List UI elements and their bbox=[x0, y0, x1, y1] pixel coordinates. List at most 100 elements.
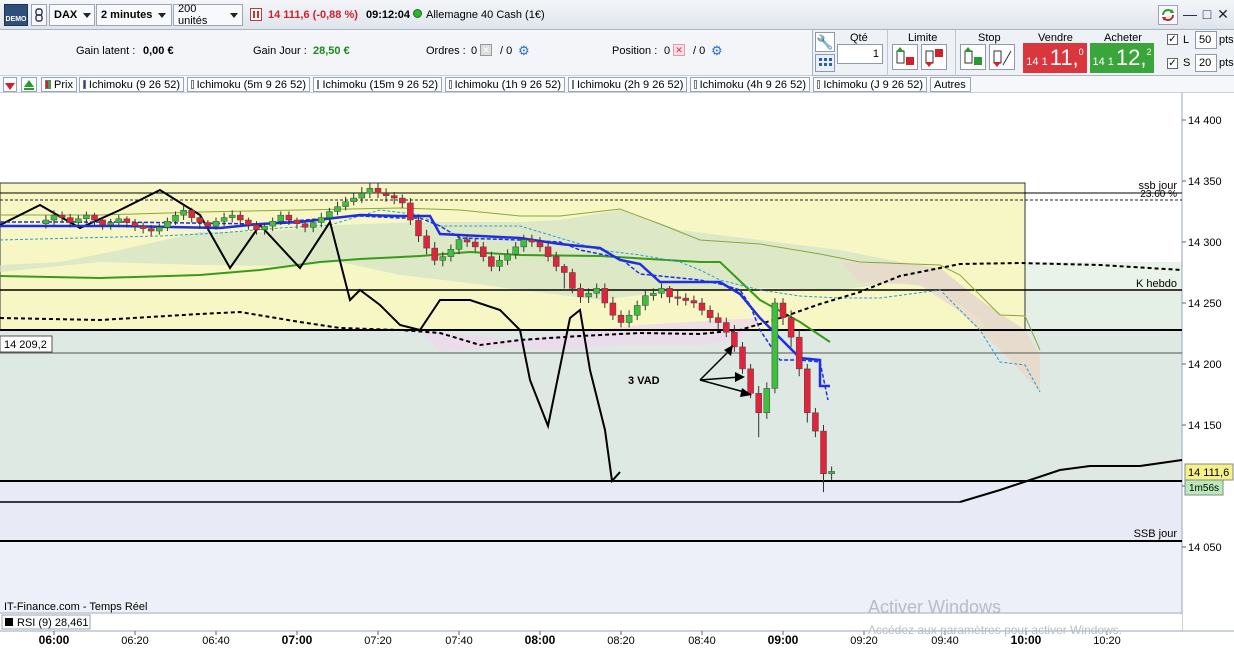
price-down-icon[interactable] bbox=[3, 77, 17, 92]
s-input[interactable]: 20 bbox=[1195, 54, 1217, 72]
legend-item-label: Ichimoku (2h 9 26 52) bbox=[577, 78, 684, 91]
units-select[interactable]: 200 unités bbox=[173, 3, 243, 27]
top-toolbar: DEMO DAX 2 minutes 200 unités 14 111,6 (… bbox=[0, 0, 1234, 30]
pause-icon[interactable] bbox=[250, 8, 262, 21]
chain-icon bbox=[35, 8, 43, 22]
limit-label: Limite bbox=[908, 32, 938, 44]
link-icon[interactable] bbox=[31, 4, 47, 26]
cancel-orders-icon[interactable]: ✕ bbox=[480, 44, 492, 56]
minimize-icon[interactable]: — bbox=[1182, 6, 1198, 22]
refresh-icon[interactable] bbox=[1158, 5, 1178, 25]
candle-up bbox=[172, 214, 179, 222]
x-tick-label: 08:40 bbox=[688, 635, 716, 647]
close-position-icon[interactable]: ✕ bbox=[673, 44, 685, 56]
y-tick-label: 14 350 bbox=[1188, 176, 1222, 188]
candle-up bbox=[512, 246, 519, 255]
candle-up bbox=[212, 221, 220, 227]
fib-label: 23.60 % bbox=[1140, 189, 1177, 200]
candle-down bbox=[674, 296, 681, 299]
candle-down bbox=[601, 288, 609, 304]
legend-autres[interactable]: Autres bbox=[930, 77, 971, 92]
legend-prix[interactable]: Prix bbox=[41, 77, 77, 92]
price-chart[interactable]: 14 400 14 350 14 300 14 250 14 200 14 150 14 1… bbox=[0, 93, 1234, 650]
sell-price-prefix: 14 1 bbox=[1026, 56, 1048, 68]
legend-ichimoku-j[interactable]: Ichimoku (J 9 26 52) bbox=[813, 77, 927, 92]
candle-up bbox=[228, 214, 236, 218]
candle-up bbox=[180, 210, 187, 216]
candle-up bbox=[261, 225, 268, 231]
candle-up bbox=[650, 292, 657, 296]
legend-item-label: Ichimoku (9 26 52) bbox=[88, 78, 180, 91]
candle-down bbox=[480, 246, 487, 257]
legend-ichimoku-2m[interactable]: Ichimoku (9 26 52) bbox=[79, 77, 184, 92]
legend-item-label: Ichimoku (15m 9 26 52) bbox=[322, 78, 438, 91]
y-tick-label: 14 250 bbox=[1188, 298, 1222, 310]
candle-down bbox=[415, 219, 422, 237]
buy-button[interactable]: 14 1 12, 2 bbox=[1090, 43, 1154, 73]
keypad-icon[interactable] bbox=[815, 54, 835, 72]
candle-up bbox=[658, 288, 665, 294]
candle-down bbox=[390, 195, 398, 199]
timeframe-select[interactable]: 2 minutes bbox=[96, 4, 172, 26]
limit-buy-button[interactable] bbox=[892, 44, 918, 70]
legend-item-label: Ichimoku (5m 9 26 52) bbox=[196, 78, 306, 91]
limit-checkbox[interactable]: ✓ bbox=[1167, 34, 1178, 45]
candle-down bbox=[204, 222, 212, 227]
indicator-legend: Prix Ichimoku (9 26 52) Ichimoku (5m 9 2… bbox=[0, 76, 1234, 93]
stop-buy-button[interactable] bbox=[960, 44, 986, 70]
autres-label: Autres bbox=[934, 78, 966, 91]
ichimoku-1h-swatch bbox=[449, 80, 452, 89]
instrument-select[interactable]: DAX bbox=[49, 4, 95, 26]
position-gear-icon[interactable]: ⚙ bbox=[711, 43, 723, 59]
x-tick-label: 09:00 bbox=[768, 633, 799, 647]
x-tick-label: 08:00 bbox=[525, 633, 556, 647]
candle-up bbox=[164, 221, 171, 228]
countdown-label: 1m56s bbox=[1189, 483, 1219, 494]
orders-gear-icon[interactable]: ⚙ bbox=[518, 43, 530, 59]
candle-down bbox=[196, 217, 204, 223]
candle-down bbox=[66, 217, 74, 223]
candle-down bbox=[253, 224, 260, 231]
y-tick-label: 14 400 bbox=[1188, 115, 1222, 127]
limit-sell-button[interactable] bbox=[921, 44, 947, 70]
candle-down bbox=[374, 188, 382, 194]
chevron-down-icon bbox=[83, 12, 92, 18]
legend-ichimoku-1h[interactable]: Ichimoku (1h 9 26 52) bbox=[445, 77, 565, 92]
candle-down bbox=[804, 368, 811, 414]
x-tick-label: 06:20 bbox=[121, 635, 149, 647]
l-pts: pts bbox=[1219, 34, 1234, 46]
candle-up bbox=[309, 222, 317, 228]
legend-ichimoku-15m[interactable]: Ichimoku (15m 9 26 52) bbox=[313, 77, 442, 92]
k-hebdo-label: K hebdo bbox=[1136, 278, 1177, 290]
candle-up bbox=[42, 219, 50, 224]
candle-down bbox=[188, 210, 195, 218]
sell-price-sup: 0 bbox=[1078, 47, 1084, 57]
candle-up bbox=[350, 197, 357, 202]
price-up-icon[interactable] bbox=[21, 77, 37, 92]
stop-checkbox[interactable]: ✓ bbox=[1167, 58, 1178, 69]
candle-down bbox=[544, 246, 552, 257]
gain-latent-value: 0,00 € bbox=[143, 45, 174, 57]
legend-ichimoku-2h[interactable]: Ichimoku (2h 9 26 52) bbox=[568, 77, 687, 92]
y-tick-label: 14 050 bbox=[1188, 542, 1222, 554]
l-input[interactable]: 50 bbox=[1195, 31, 1217, 49]
wrench-icon[interactable]: 🔧 bbox=[815, 32, 835, 52]
stop-sell-button[interactable] bbox=[989, 44, 1015, 70]
close-icon[interactable]: ✕ bbox=[1215, 6, 1231, 22]
candle-up bbox=[439, 256, 447, 261]
qty-input[interactable]: 1 bbox=[837, 44, 883, 64]
candle-down bbox=[245, 219, 252, 226]
candle-up bbox=[318, 217, 325, 223]
candle-up bbox=[633, 305, 641, 316]
sell-button[interactable]: 14 1 11, 0 bbox=[1023, 43, 1087, 73]
l-value: 50 bbox=[1199, 34, 1212, 46]
zone-bottom-lavender bbox=[0, 540, 1182, 612]
maximize-icon[interactable]: □ bbox=[1199, 6, 1215, 22]
candle-up bbox=[455, 239, 463, 250]
legend-ichimoku-5m[interactable]: Ichimoku (5m 9 26 52) bbox=[187, 77, 310, 92]
source-label: IT-Finance.com - Temps Réel bbox=[4, 601, 147, 613]
legend-ichimoku-4h[interactable]: Ichimoku (4h 9 26 52) bbox=[690, 77, 810, 92]
legend-item-label: Ichimoku (J 9 26 52) bbox=[823, 78, 923, 91]
ichimoku-2m-swatch bbox=[83, 80, 86, 89]
annotation-3-vad: 3 VAD bbox=[628, 375, 660, 387]
